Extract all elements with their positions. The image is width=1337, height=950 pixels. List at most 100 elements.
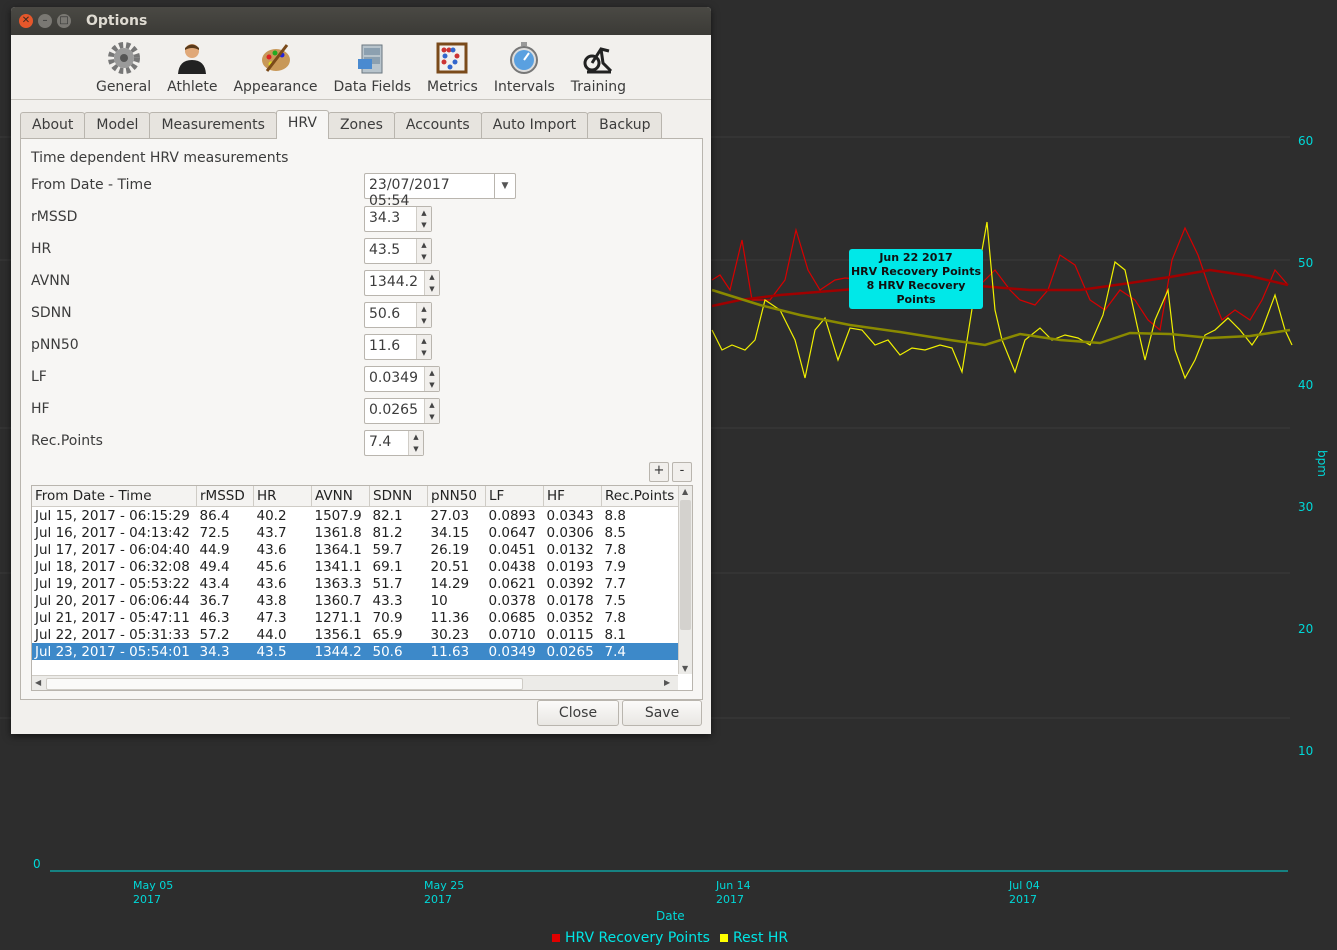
pnn50-spinbox[interactable]: 11.6 ▲ ▼: [364, 334, 432, 360]
col-header-hr[interactable]: HR: [253, 486, 312, 507]
x-tick-month: Jun 14: [715, 879, 751, 892]
spin-down-icon[interactable]: ▼: [425, 283, 439, 295]
window-title: Options: [86, 13, 148, 29]
spin-up-icon[interactable]: ▲: [425, 367, 439, 379]
toolbar-athlete[interactable]: Athlete: [159, 40, 225, 99]
horizontal-scrollbar[interactable]: ◀ ▶: [32, 675, 678, 690]
spin-up-icon[interactable]: ▲: [417, 303, 431, 315]
scroll-thumb[interactable]: [680, 500, 691, 630]
table-cell: 11.36: [430, 609, 470, 626]
from-date-combo[interactable]: 23/07/2017 05:54 ▼: [364, 173, 516, 209]
spin-down-icon[interactable]: ▼: [417, 219, 431, 231]
col-header-rmssd[interactable]: rMSSD: [196, 486, 254, 507]
col-header-pnn50[interactable]: pNN50: [427, 486, 486, 507]
x-tick-year: 2017: [1009, 893, 1037, 906]
chevron-down-icon[interactable]: ▼: [494, 174, 515, 198]
tab-about[interactable]: About: [20, 112, 86, 139]
table-row[interactable]: Jul 22, 2017 - 05:31:33 57.2 44.0 1356.1 65.…: [32, 626, 685, 643]
toolbar-training[interactable]: Training: [563, 40, 634, 99]
spin-down-icon[interactable]: ▼: [417, 251, 431, 263]
spin-up-icon[interactable]: ▲: [425, 399, 439, 411]
scroll-up-icon[interactable]: ▲: [682, 487, 688, 496]
spin-down-icon[interactable]: ▼: [425, 411, 439, 423]
rmssd-spinbox[interactable]: 34.3 ▲ ▼: [364, 206, 432, 232]
avnn-spinbox[interactable]: 1344.2 ▲ ▼: [364, 270, 440, 296]
col-header-hf[interactable]: HF: [543, 486, 602, 507]
tab-hrv[interactable]: HRV: [275, 110, 329, 139]
col-header-avnn[interactable]: AVNN: [311, 486, 370, 507]
table-cell: 0.0265: [543, 643, 602, 660]
scroll-thumb[interactable]: [46, 678, 523, 690]
spin-value: 0.0265: [369, 402, 418, 418]
spin-up-icon[interactable]: ▲: [409, 431, 423, 443]
table-row[interactable]: Jul 21, 2017 - 05:47:11 46.3 47.3 1271.1 70.…: [32, 609, 685, 626]
table-row[interactable]: Jul 19, 2017 - 05:53:22 43.4 43.6 1363.3 51.…: [32, 575, 685, 592]
table-cell: 57.2: [199, 626, 230, 643]
spin-up-icon[interactable]: ▲: [425, 271, 439, 283]
table-row[interactable]: Jul 20, 2017 - 06:06:44 36.7 43.8 1360.7 43.…: [32, 592, 685, 609]
legend-item-rest-hr[interactable]: Rest HR: [719, 930, 788, 946]
spin-up-icon[interactable]: ▲: [417, 239, 431, 251]
table-row[interactable]: Jul 18, 2017 - 06:32:08 49.4 45.6 1341.1 69.…: [32, 558, 685, 575]
legend-item-hrv[interactable]: HRV Recovery Points: [552, 930, 710, 946]
table-row[interactable]: Jul 16, 2017 - 04:13:42 72.5 43.7 1361.8 81.…: [32, 524, 685, 541]
tooltip-value: 8 HRV Recovery Points: [866, 279, 966, 306]
table-cell: Jul 15, 2017 - 06:15:29: [35, 507, 190, 524]
spin-up-icon[interactable]: ▲: [417, 335, 431, 347]
spin-down-icon[interactable]: ▼: [417, 347, 431, 359]
tab-accounts[interactable]: Accounts: [393, 112, 482, 139]
x-axis-label: Date: [656, 909, 685, 923]
table-cell: 1363.3: [314, 575, 362, 592]
spin-down-icon[interactable]: ▼: [409, 443, 423, 455]
hr-spinbox[interactable]: 43.5 ▲ ▼: [364, 238, 432, 264]
sdnn-spinbox[interactable]: 50.6 ▲ ▼: [364, 302, 432, 328]
tab-backup[interactable]: Backup: [587, 112, 663, 139]
table-cell: 44.0: [256, 626, 287, 643]
spin-down-icon[interactable]: ▼: [417, 315, 431, 327]
tab-zones[interactable]: Zones: [327, 112, 395, 139]
tab-model[interactable]: Model: [84, 112, 151, 139]
window-close-button[interactable]: ✕: [19, 14, 33, 28]
col-header-sdnn[interactable]: SDNN: [369, 486, 428, 507]
hf-spinbox[interactable]: 0.0265 ▲ ▼: [364, 398, 440, 424]
x-tick-month: Jul 04: [1008, 879, 1040, 892]
rmssd-label: rMSSD: [31, 209, 78, 225]
toolbar-intervals[interactable]: Intervals: [486, 40, 563, 99]
tab-auto-import[interactable]: Auto Import: [480, 112, 589, 139]
rec-points-spinbox[interactable]: 7.4 ▲ ▼: [364, 430, 424, 456]
toolbar-appearance[interactable]: Appearance: [225, 40, 325, 99]
tooltip-date: Jun 22 2017: [879, 251, 953, 264]
hrv-table[interactable]: From Date - Time rMSSD HR AVNN SDNN pNN5…: [31, 485, 693, 691]
lf-spinbox[interactable]: 0.0349 ▲ ▼: [364, 366, 440, 392]
table-cell: 47.3: [256, 609, 287, 626]
scroll-left-icon[interactable]: ◀: [35, 678, 41, 687]
save-button[interactable]: Save: [622, 700, 702, 726]
scroll-down-icon[interactable]: ▼: [682, 664, 688, 673]
close-icon: ✕: [21, 15, 31, 26]
window-minimize-button[interactable]: –: [38, 14, 52, 28]
remove-row-button[interactable]: -: [672, 462, 692, 482]
table-cell: 0.0621: [488, 575, 536, 592]
col-header-rec-points[interactable]: Rec.Points: [601, 486, 685, 507]
table-row[interactable]: Jul 17, 2017 - 06:04:40 44.9 43.6 1364.1 59.…: [32, 541, 685, 558]
trainer-icon: [581, 40, 615, 76]
col-header-lf[interactable]: LF: [485, 486, 544, 507]
table-cell: 8.5: [604, 524, 626, 541]
col-header-date[interactable]: From Date - Time: [32, 486, 197, 507]
toolbar-general[interactable]: General: [88, 40, 159, 99]
spin-up-icon[interactable]: ▲: [417, 207, 431, 219]
table-row[interactable]: Jul 15, 2017 - 06:15:29 86.4 40.2 1507.9 82.…: [32, 507, 685, 525]
x-tick-year: 2017: [716, 893, 744, 906]
table-cell: 34.15: [430, 524, 470, 541]
toolbar-metrics[interactable]: Metrics: [419, 40, 486, 99]
spin-down-icon[interactable]: ▼: [425, 379, 439, 391]
tab-measurements[interactable]: Measurements: [149, 112, 277, 139]
table-row[interactable]: Jul 23, 2017 - 05:54:01 34.3 43.5 1344.2 50.…: [32, 643, 685, 660]
window-maximize-button[interactable]: □: [57, 14, 71, 28]
close-button[interactable]: Close: [537, 700, 619, 726]
toolbar-data-fields[interactable]: Data Fields: [326, 40, 420, 99]
vertical-scrollbar[interactable]: ▲ ▼: [678, 486, 692, 674]
scroll-right-icon[interactable]: ▶: [664, 678, 670, 687]
add-row-button[interactable]: +: [649, 462, 669, 482]
options-dialog: ✕ – □ Options General Athlete Appearance: [11, 7, 711, 734]
